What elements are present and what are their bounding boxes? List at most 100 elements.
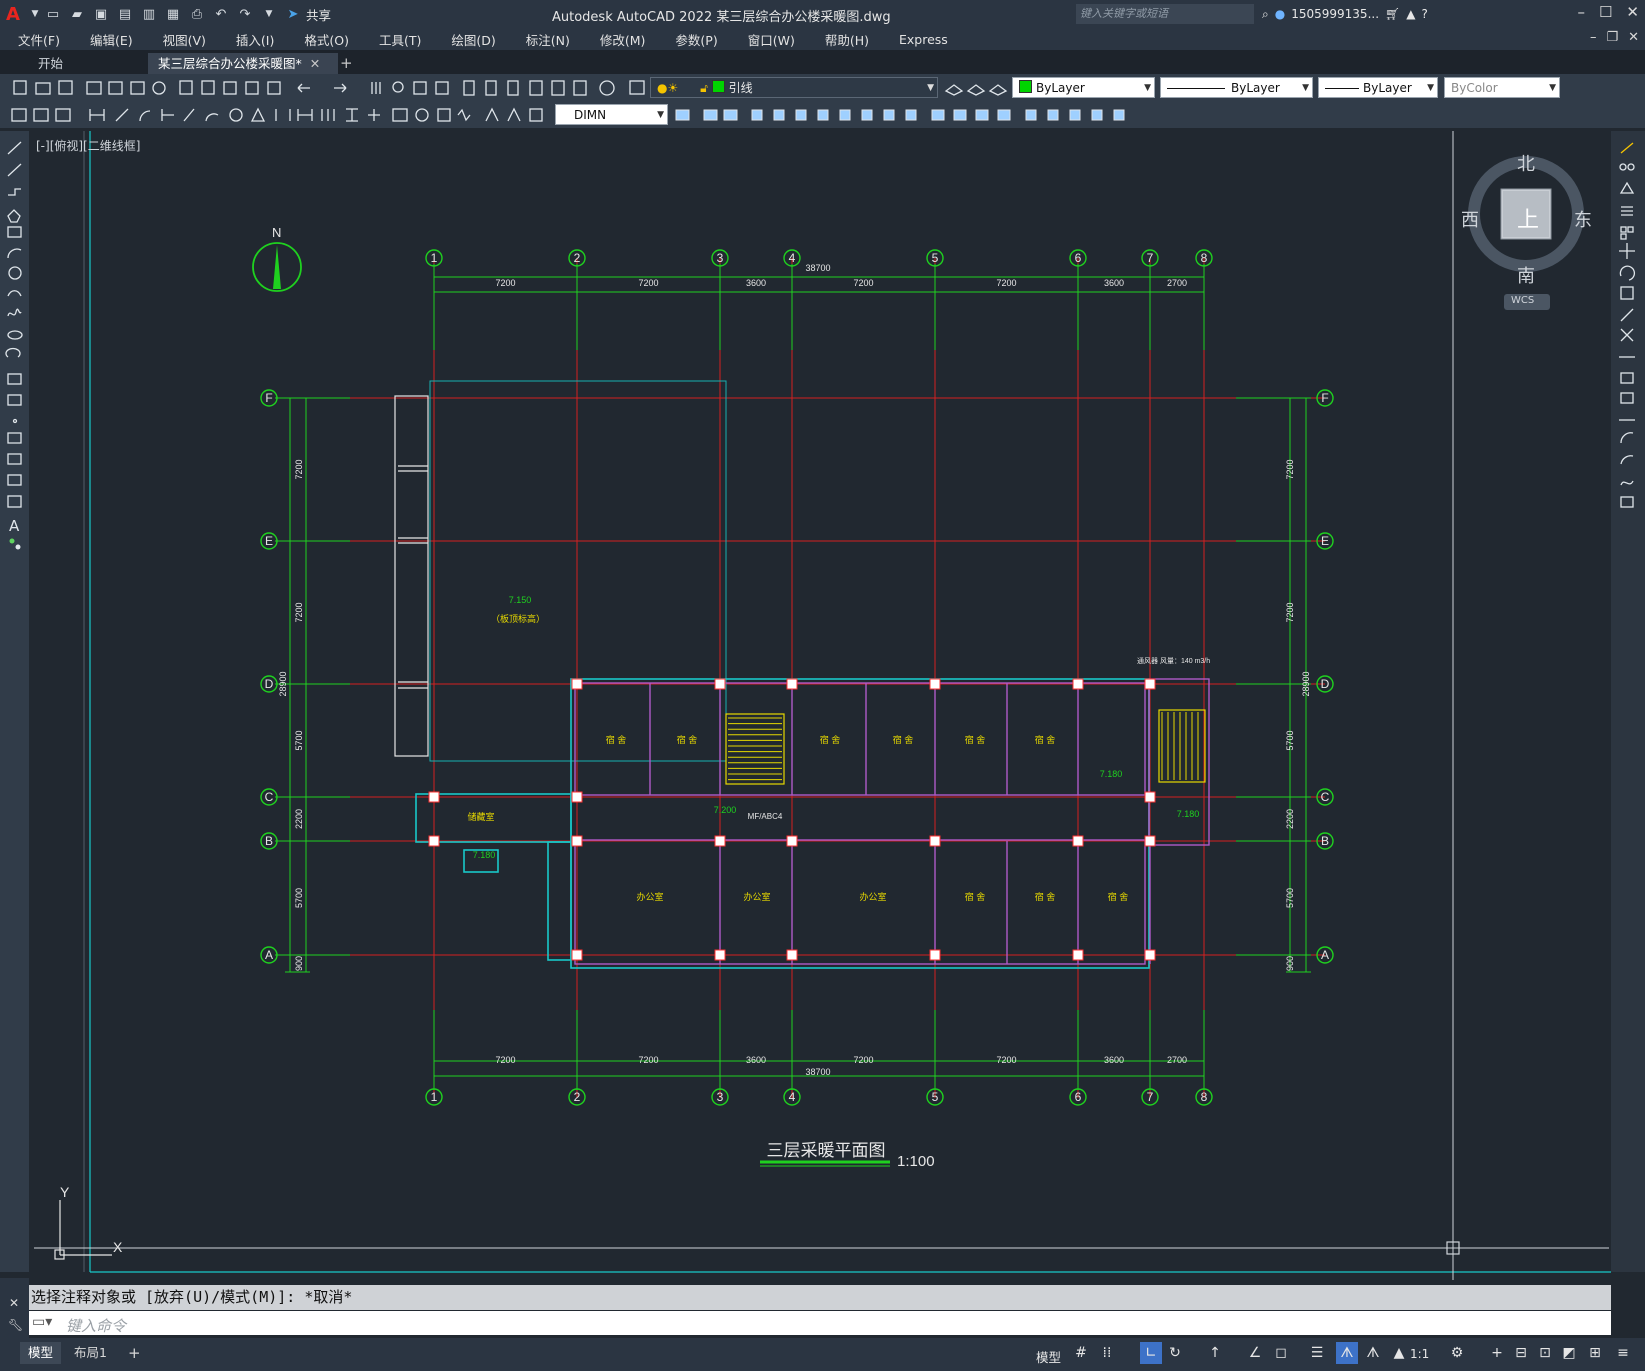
osnap-tracking-icon[interactable]: ↑ <box>1204 1342 1226 1364</box>
add-layout-button[interactable]: + <box>120 1342 149 1364</box>
modify-tools-icons[interactable] <box>1611 131 1645 521</box>
viewcube[interactable]: 北 南 东 西 上 WCS <box>1447 138 1607 328</box>
linetype-dropdown[interactable]: ByLayer ▼ <box>1160 77 1313 98</box>
layer-dropdown[interactable]: ●☀ 🔓︎ 引线 ▼ <box>650 77 938 98</box>
redo-icon[interactable]: ↷ <box>234 3 256 25</box>
osnap-icon[interactable]: ◻ <box>1270 1342 1292 1364</box>
customize-icon[interactable]: ▼ <box>258 3 280 25</box>
viewcube-top[interactable]: 上 <box>1517 202 1539 234</box>
viewport-controls-label[interactable]: [-][俯视][二维线框] <box>36 137 140 154</box>
user-name[interactable]: 1505999135... <box>1291 7 1379 21</box>
tab-close-icon[interactable]: ✕ <box>310 56 320 71</box>
help-icon[interactable]: ? <box>1421 7 1427 21</box>
autodesk-icon[interactable]: ▲ <box>1406 7 1415 21</box>
close-icon[interactable]: ✕ <box>1626 3 1639 21</box>
window-title: Autodesk AutoCAD 2022 某三层综合办公楼采暖图.dwg <box>552 10 891 25</box>
search-input[interactable]: 键入关键字或短语 <box>1076 4 1254 24</box>
menu-insert[interactable]: 插入(I) <box>218 30 286 49</box>
plot-icon[interactable]: ⎙ <box>186 3 208 25</box>
drawing-area[interactable] <box>29 131 1611 1272</box>
menu-tools[interactable]: 工具(T) <box>361 30 433 49</box>
new-file-icon[interactable]: ▭ <box>42 3 64 25</box>
dimension-toolbar-icons[interactable] <box>0 101 560 128</box>
model-space-label[interactable]: 模型 <box>1036 1347 1061 1366</box>
modify-toolbar-icons[interactable] <box>670 101 1160 128</box>
annotation-monitor-icon[interactable]: + <box>1486 1342 1508 1364</box>
customize-menu-icon[interactable]: ≡ <box>1612 1342 1634 1364</box>
dimstyle-dropdown[interactable]: DIMN ▼ <box>555 104 668 125</box>
save-icon[interactable]: ▣ <box>90 3 112 25</box>
new-tab-button[interactable]: + <box>330 53 363 74</box>
workspace-gear-icon[interactable]: ⚙ <box>1446 1342 1468 1364</box>
ortho-icon[interactable]: ∟ <box>1140 1342 1162 1364</box>
menu-file[interactable]: 文件(F) <box>0 30 72 49</box>
search-icon[interactable]: ⌕ <box>1262 7 1269 22</box>
doc-restore-icon[interactable]: ❐ <box>1606 30 1618 45</box>
annotation-scale[interactable]: 1:1 <box>1410 1347 1429 1361</box>
wcs-menu[interactable]: WCS <box>1511 295 1534 306</box>
doc-close-icon[interactable]: ✕ <box>1628 30 1639 45</box>
menu-view[interactable]: 视图(V) <box>145 30 218 49</box>
menu-edit[interactable]: 编辑(E) <box>72 30 145 49</box>
viewcube-east[interactable]: 东 <box>1574 206 1592 232</box>
undo-icon[interactable]: ↶ <box>210 3 232 25</box>
isolate-icon[interactable]: ◩ <box>1558 1342 1580 1364</box>
document-controls: – ❐ ✕ <box>1590 30 1639 45</box>
modify-palette <box>1611 131 1645 1272</box>
viewcube-south[interactable]: 南 <box>1517 262 1535 288</box>
wrench-icon[interactable]: 🔧︎ <box>8 1318 23 1332</box>
lineweight-icon[interactable]: ☰ <box>1306 1342 1328 1364</box>
lineweight-dropdown[interactable]: ByLayer ▼ <box>1318 77 1438 98</box>
layer-tools-icons[interactable] <box>940 74 1010 101</box>
tab-document[interactable]: 某三层综合办公楼采暖图* ✕ <box>148 53 338 74</box>
quick-properties-icon[interactable]: ⊡ <box>1534 1342 1556 1364</box>
fullscreen-icon[interactable]: ⊞ <box>1584 1342 1606 1364</box>
tab-layout1[interactable]: 布局1 <box>66 1342 115 1364</box>
share-icon[interactable]: ➤ <box>282 3 304 25</box>
polar-icon[interactable]: ↻ <box>1164 1342 1186 1364</box>
doc-minimize-icon[interactable]: – <box>1590 30 1597 45</box>
standard-toolbar: ●☀ 🔓︎ 引线 ▼ ByLayer ▼ ByLayer ▼ ByLayer ▼ By… <box>0 74 1645 101</box>
draw-tools-icons[interactable]: A <box>0 131 29 571</box>
menu-help[interactable]: 帮助(H) <box>807 30 881 49</box>
viewcube-west[interactable]: 西 <box>1461 206 1479 232</box>
menu-dimension[interactable]: 标注(N) <box>508 30 582 49</box>
units-icon[interactable]: ⊟ <box>1510 1342 1532 1364</box>
snap-icon[interactable]: ⁞⁞ <box>1096 1342 1118 1364</box>
tab-start[interactable]: 开始 <box>28 53 73 74</box>
user-icon[interactable]: ● <box>1275 7 1285 21</box>
command-input[interactable]: ▭▾ <box>29 1311 1611 1335</box>
layer-lock-icon: 🔓︎ <box>700 81 708 95</box>
chevron-down-icon: ▼ <box>927 83 934 93</box>
angle-icon[interactable]: ∠ <box>1244 1342 1266 1364</box>
command-prompt-icon[interactable]: ▭▾ <box>32 1314 52 1330</box>
layer-name: 引线 <box>728 81 753 95</box>
menu-modify[interactable]: 修改(M) <box>582 30 658 49</box>
dropdown-arrow-icon[interactable]: ▼ <box>30 3 40 25</box>
close-icon[interactable]: ✕ <box>9 1296 19 1310</box>
color-dropdown[interactable]: ByLayer ▼ <box>1012 77 1155 98</box>
annotation-visibility-icon[interactable]: ᗑ <box>1336 1342 1358 1364</box>
auto-scale-icon[interactable]: ᗑ <box>1362 1342 1384 1364</box>
open-file-icon[interactable]: ▰ <box>66 3 88 25</box>
open-web-icon[interactable]: ▥ <box>138 3 160 25</box>
tab-model[interactable]: 模型 <box>20 1342 62 1364</box>
share-label[interactable]: 共享 <box>306 5 331 24</box>
maximize-icon[interactable]: ☐ <box>1599 3 1612 21</box>
autocad-logo-icon[interactable]: A <box>6 4 30 25</box>
annotation-scale-icon[interactable]: ▲ <box>1388 1342 1410 1364</box>
minimize-icon[interactable]: – <box>1577 3 1585 21</box>
standard-toolbar-icons[interactable] <box>0 74 660 101</box>
save-web-icon[interactable]: ▦ <box>162 3 184 25</box>
save-as-icon[interactable]: ▤ <box>114 3 136 25</box>
command-placeholder: 键入命令 <box>66 1317 127 1335</box>
plotstyle-dropdown[interactable]: ByColor ▼ <box>1444 77 1560 98</box>
menu-parametric[interactable]: 参数(P) <box>657 30 729 49</box>
menu-express[interactable]: Express <box>881 32 960 47</box>
menu-draw[interactable]: 绘图(D) <box>433 30 507 49</box>
cart-icon[interactable]: 🛒︎ <box>1385 7 1400 21</box>
menu-window[interactable]: 窗口(W) <box>730 30 807 49</box>
menu-format[interactable]: 格式(O) <box>286 30 361 49</box>
viewcube-north[interactable]: 北 <box>1517 150 1535 176</box>
grid-icon[interactable]: # <box>1070 1342 1092 1364</box>
